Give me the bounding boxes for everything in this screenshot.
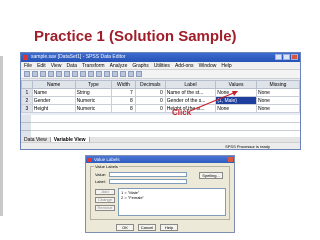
change-button[interactable]: Change [95, 197, 115, 203]
value-label-list[interactable]: 1 = "Male" 2 = "Female" [118, 188, 226, 216]
dialog-title: Value Labels [94, 157, 120, 162]
value-labels-dialog: Value Labels Value Labels Value: Label: … [85, 155, 235, 233]
click-annotation: Click [172, 108, 192, 117]
spss-dialog-icon [88, 157, 92, 162]
ok-button[interactable]: OK [116, 224, 134, 231]
label-field-label: Label: [95, 179, 106, 184]
value-labels-group: Value Labels Value: Label: Spelling... A… [90, 164, 230, 220]
cancel-button[interactable]: Cancel [138, 224, 156, 231]
value-field-label: Value: [95, 172, 107, 177]
add-button[interactable]: Add [95, 189, 115, 195]
dialog-buttons: OK Cancel Help [116, 224, 178, 231]
label-input[interactable] [109, 179, 187, 184]
group-label: Value Labels [94, 164, 119, 169]
value-input[interactable] [109, 172, 187, 177]
remove-button[interactable]: Remove [95, 205, 115, 211]
help-button[interactable]: Help [160, 224, 178, 231]
spelling-button[interactable]: Spelling... [199, 172, 223, 179]
dialog-close-icon[interactable] [228, 157, 233, 162]
list-item[interactable]: 2 = "Female" [121, 195, 223, 200]
dialog-titlebar: Value Labels [86, 156, 234, 163]
